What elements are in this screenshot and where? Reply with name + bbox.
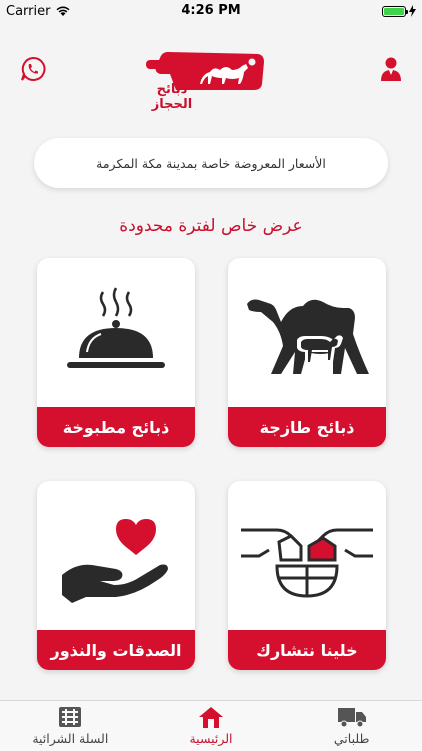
tab-cart[interactable]: السلة الشرائية <box>0 701 141 751</box>
card-charity-vows[interactable]: الصدقات والنذور <box>37 481 195 670</box>
tab-my-orders[interactable]: طلباتي <box>281 701 422 751</box>
app-header: ذبائح الحجاز <box>0 38 422 112</box>
sharing-hands-icon <box>241 528 373 598</box>
call-support-button[interactable] <box>20 56 46 82</box>
card-label: خلينا نتشارك <box>228 630 386 670</box>
serving-dish-icon <box>67 287 165 368</box>
status-bar: Carrier 4:26 PM <box>0 0 422 22</box>
card-label: الصدقات والنذور <box>37 630 195 670</box>
card-fresh-slaughter[interactable]: ذبائح طازجة <box>228 258 386 447</box>
battery-icon <box>382 5 408 17</box>
price-notice: الأسعار المعروضة خاصة بمدينة مكة المكرمة <box>34 138 388 188</box>
tab-label: طلباتي <box>333 731 370 746</box>
card-image <box>37 481 195 629</box>
phone-chat-icon <box>21 56 46 81</box>
card-image <box>228 258 386 406</box>
logo-text: ذبائح الحجاز <box>151 82 193 112</box>
tab-label: الرئيسية <box>189 731 233 746</box>
card-cooked-slaughter[interactable]: ذبائح مطبوخة <box>37 258 195 447</box>
heart-hand-icon <box>62 519 168 603</box>
card-label: ذبائح طازجة <box>228 407 386 447</box>
camel-sheep-icon <box>247 299 369 374</box>
card-image <box>228 481 386 629</box>
promo-title: عرض خاص لفترة محدودة <box>119 216 303 236</box>
card-lets-share[interactable]: خلينا نتشارك <box>228 481 386 670</box>
delivery-truck-icon <box>337 705 367 729</box>
shopping-basket-icon <box>55 705 85 729</box>
price-notice-text: الأسعار المعروضة خاصة بمدينة مكة المكرمة <box>96 155 326 171</box>
status-time: 4:26 PM <box>181 3 241 18</box>
home-icon <box>196 705 226 729</box>
tab-home[interactable]: الرئيسية <box>141 701 282 751</box>
card-image <box>37 258 195 406</box>
bottom-tab-bar: السلة الشرائية الرئيسية طلباتي <box>0 700 422 751</box>
profile-button[interactable] <box>380 56 402 82</box>
card-label: ذبائح مطبوخة <box>37 407 195 447</box>
tab-label: السلة الشرائية <box>32 731 109 746</box>
user-profile-icon <box>381 57 401 81</box>
